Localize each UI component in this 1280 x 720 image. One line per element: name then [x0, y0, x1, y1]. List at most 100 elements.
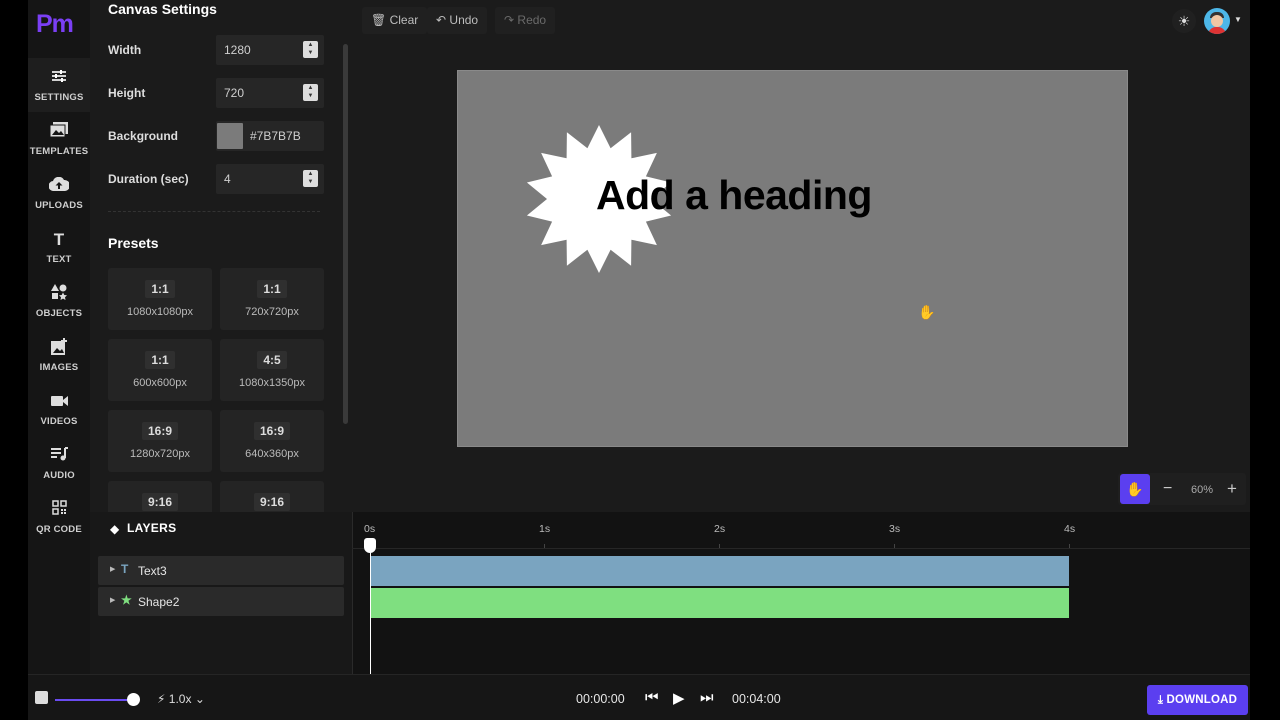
- rail-images[interactable]: IMAGES: [28, 328, 90, 382]
- preset-card[interactable]: 1:1 600x600px: [108, 339, 212, 401]
- playhead-handle[interactable]: [364, 538, 376, 553]
- current-time: 00:00:00: [576, 692, 625, 706]
- rail-objects[interactable]: OBJECTS: [28, 274, 90, 328]
- download-icon: ⤓: [1157, 694, 1164, 706]
- editor-app: Pm SETTINGS TEMPLATES UPLOADS T TEXT OBJ…: [0, 0, 1280, 720]
- expand-icon[interactable]: ▶: [110, 596, 115, 604]
- preset-ratio: 16:9: [253, 422, 291, 440]
- layers-title: LAYERS: [127, 521, 177, 535]
- download-label: DOWNLOAD: [1166, 694, 1238, 706]
- rail-audio[interactable]: AUDIO: [28, 436, 90, 490]
- speed-selector[interactable]: ⚡︎ 1.0x ⌄: [157, 692, 205, 706]
- duration-input[interactable]: 4 ▲ ▼: [216, 164, 324, 194]
- play-icon[interactable]: ▶: [673, 689, 685, 707]
- preset-size: 720x720px: [245, 306, 299, 318]
- total-time: 00:04:00: [732, 692, 781, 706]
- icon-rail: Pm SETTINGS TEMPLATES UPLOADS T TEXT OBJ…: [28, 0, 90, 674]
- bolt-icon: ⚡︎: [157, 692, 166, 706]
- redo-icon: ↷: [504, 13, 515, 27]
- zoom-level: 60%: [1191, 484, 1214, 496]
- width-value: 1280: [224, 43, 251, 57]
- preset-card[interactable]: 9:16: [220, 481, 324, 512]
- height-value: 720: [224, 86, 245, 100]
- rail-templates[interactable]: TEMPLATES: [28, 112, 90, 166]
- tick-mark: [719, 544, 720, 548]
- preset-size: 1080x1350px: [238, 377, 306, 389]
- chevron-down-icon[interactable]: ▼: [1234, 15, 1242, 24]
- hand-cursor-icon: ✋: [918, 304, 936, 320]
- tick-mark: [894, 544, 895, 548]
- download-button[interactable]: ⤓ DOWNLOAD: [1147, 685, 1248, 715]
- color-swatch[interactable]: [217, 123, 243, 149]
- preset-card[interactable]: 16:9 1280x720px: [108, 410, 212, 472]
- preset-ratio: 4:5: [257, 351, 287, 369]
- layers-icon: ◆: [110, 522, 120, 536]
- zoom-in-button[interactable]: +: [1227, 479, 1237, 499]
- layer-item-shape2[interactable]: ▶ ★ Shape2: [98, 587, 344, 616]
- preset-card[interactable]: 1:1 720x720px: [220, 268, 324, 330]
- layer-item-text3[interactable]: ▶ T Text3: [98, 556, 344, 585]
- zoom-out-button[interactable]: −: [1163, 480, 1172, 498]
- duration-row: Duration (sec) 4 ▲ ▼: [108, 164, 324, 194]
- sun-icon[interactable]: ☀: [1172, 9, 1196, 33]
- width-stepper[interactable]: ▲ ▼: [303, 41, 318, 58]
- width-label: Width: [108, 43, 142, 57]
- settings-panel: Canvas Settings Width 1280 ▲ ▼ Height 720 ▲…: [90, 0, 352, 512]
- preset-size: 600x600px: [133, 377, 187, 389]
- tick-label: 3s: [889, 523, 901, 535]
- height-stepper[interactable]: ▲ ▼: [303, 84, 318, 101]
- video-camera-icon: [28, 392, 90, 412]
- hand-tool-button[interactable]: ✋: [1120, 474, 1150, 504]
- preset-ratio: 1:1: [145, 351, 175, 369]
- rail-qr-code[interactable]: QR CODE: [28, 490, 90, 544]
- layer-name: Text3: [138, 564, 167, 578]
- preset-size: 1080x1080px: [126, 306, 194, 318]
- volume-slider[interactable]: [55, 699, 133, 701]
- skip-back-icon[interactable]: ⏮︎: [645, 689, 659, 706]
- volume-slider-handle[interactable]: [127, 693, 140, 706]
- layer-name: Shape2: [138, 595, 180, 609]
- preset-card[interactable]: 1:1 1080x1080px: [108, 268, 212, 330]
- text-layer-icon: T: [121, 562, 129, 576]
- rail-videos[interactable]: VIDEOS: [28, 382, 90, 436]
- width-input[interactable]: 1280 ▲ ▼: [216, 35, 324, 65]
- preset-card[interactable]: 9:16: [108, 481, 212, 512]
- height-input[interactable]: 720 ▲ ▼: [216, 78, 324, 108]
- track-shape2[interactable]: [371, 588, 1069, 618]
- rail-label: VIDEOS: [40, 416, 78, 427]
- width-row: Width 1280 ▲ ▼: [108, 35, 324, 65]
- canvas-heading[interactable]: Add a heading: [596, 172, 872, 219]
- preset-size: 1280x720px: [130, 448, 190, 460]
- background-color-input[interactable]: #7B7B7B: [216, 121, 324, 151]
- preset-size: 640x360px: [245, 448, 299, 460]
- undo-button[interactable]: ↶ Undo: [427, 7, 488, 34]
- background-label: Background: [108, 129, 179, 143]
- duration-stepper[interactable]: ▲ ▼: [303, 170, 318, 187]
- redo-button[interactable]: ↷ Redo: [495, 7, 556, 34]
- text-icon: T: [53, 230, 65, 249]
- preset-ratio: 9:16: [141, 493, 179, 511]
- preset-ratio: 1:1: [257, 280, 287, 298]
- preset-ratio: 9:16: [253, 493, 291, 511]
- presets-title: Presets: [108, 235, 159, 251]
- audio-icon: [28, 446, 90, 466]
- track-text3[interactable]: [371, 556, 1069, 586]
- panel-title: Canvas Settings: [108, 1, 217, 17]
- rail-label: QR CODE: [36, 524, 82, 535]
- skip-forward-icon[interactable]: ⏭︎: [700, 689, 714, 706]
- notes-icon[interactable]: [35, 691, 48, 704]
- rail-text[interactable]: T TEXT: [28, 220, 90, 274]
- clear-button[interactable]: 🗑︎ Clear: [362, 7, 428, 34]
- preset-card[interactable]: 4:5 1080x1350px: [220, 339, 324, 401]
- panel-scrollbar[interactable]: [343, 44, 348, 424]
- expand-icon[interactable]: ▶: [110, 565, 115, 573]
- background-row: Background #7B7B7B: [108, 121, 324, 151]
- preset-card[interactable]: 16:9 640x360px: [220, 410, 324, 472]
- avatar[interactable]: [1204, 8, 1230, 34]
- rail-settings[interactable]: SETTINGS: [28, 58, 90, 112]
- rail-uploads[interactable]: UPLOADS: [28, 166, 90, 220]
- tick-label: 4s: [1064, 523, 1076, 535]
- right-letterbox: [1250, 0, 1280, 720]
- duration-label: Duration (sec): [108, 172, 189, 186]
- redo-label: Redo: [517, 13, 547, 27]
